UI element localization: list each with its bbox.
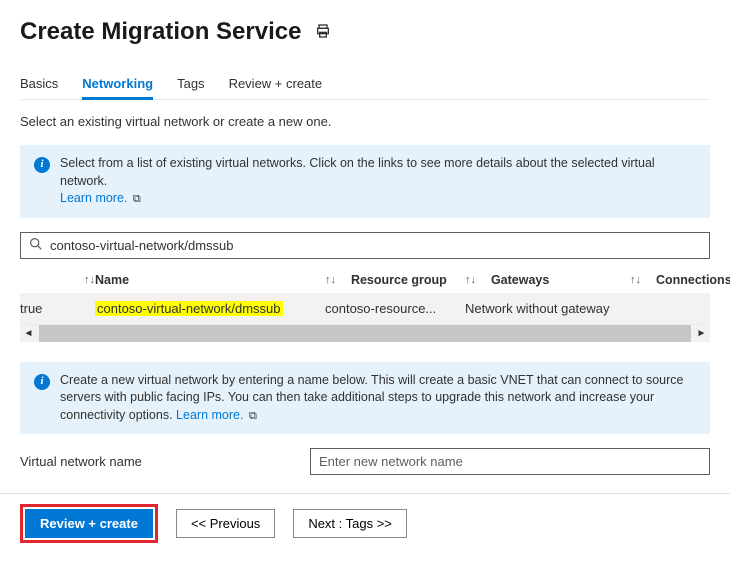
page-title: Create Migration Service (20, 18, 301, 46)
tab-networking[interactable]: Networking (82, 70, 153, 100)
learn-more-link[interactable]: Learn more. (60, 191, 127, 205)
column-header-connections: ↑↓ Connections (630, 273, 710, 287)
vnet-name-input[interactable] (310, 448, 710, 475)
cell-selected: true (20, 301, 95, 316)
horizontal-scrollbar[interactable]: ◄ ► (20, 325, 710, 342)
scroll-right-icon[interactable]: ► (693, 328, 710, 339)
scroll-left-icon[interactable]: ◄ (20, 328, 37, 339)
print-icon[interactable] (315, 23, 331, 42)
external-link-icon: ⧉ (249, 410, 257, 422)
search-icon (29, 237, 48, 253)
sort-icon[interactable]: ↑↓ (630, 274, 641, 286)
table-row[interactable]: true contoso-virtual-network/dmssub cont… (20, 293, 710, 325)
cell-name[interactable]: contoso-virtual-network/dmssub (95, 301, 325, 316)
sort-icon[interactable]: ↑↓ (325, 274, 336, 286)
column-header-resource-group: ↑↓ Resource group (325, 273, 465, 287)
description-text: Select an existing virtual network or cr… (20, 114, 710, 129)
info-icon: i (34, 157, 50, 173)
info-text: Create a new virtual network by entering… (60, 373, 683, 422)
search-input[interactable] (48, 237, 701, 254)
external-link-icon: ⧉ (133, 193, 141, 205)
info-text: Select from a list of existing virtual n… (60, 156, 655, 188)
sort-icon[interactable]: ↑↓ (84, 274, 95, 286)
highlight-box: Review + create (20, 504, 158, 543)
cell-resource-group: contoso-resource... (325, 301, 465, 316)
info-box-create: i Create a new virtual network by enteri… (20, 362, 710, 435)
vnet-name-label: Virtual network name (20, 454, 310, 469)
tab-basics[interactable]: Basics (20, 70, 58, 99)
review-create-button[interactable]: Review + create (25, 509, 153, 538)
previous-button[interactable]: << Previous (176, 509, 275, 538)
info-box-existing: i Select from a list of existing virtual… (20, 145, 710, 218)
scroll-thumb[interactable] (39, 325, 691, 342)
sort-icon[interactable]: ↑↓ (465, 274, 476, 286)
next-button[interactable]: Next : Tags >> (293, 509, 407, 538)
cell-gateways: Network without gateway (465, 301, 630, 316)
tab-tags[interactable]: Tags (177, 70, 204, 99)
column-header-name: Name (95, 273, 325, 287)
column-header-gateways: ↑↓ Gateways (465, 273, 630, 287)
tabs: Basics Networking Tags Review + create (20, 70, 710, 100)
learn-more-link[interactable]: Learn more. (176, 408, 243, 422)
tab-review-create[interactable]: Review + create (229, 70, 323, 99)
vnet-table: ↑↓ Name ↑↓ Resource group ↑↓ Gateways ↑↓… (20, 267, 710, 342)
search-field[interactable] (20, 232, 710, 259)
info-icon: i (34, 374, 50, 390)
footer-bar: Review + create << Previous Next : Tags … (0, 493, 730, 553)
